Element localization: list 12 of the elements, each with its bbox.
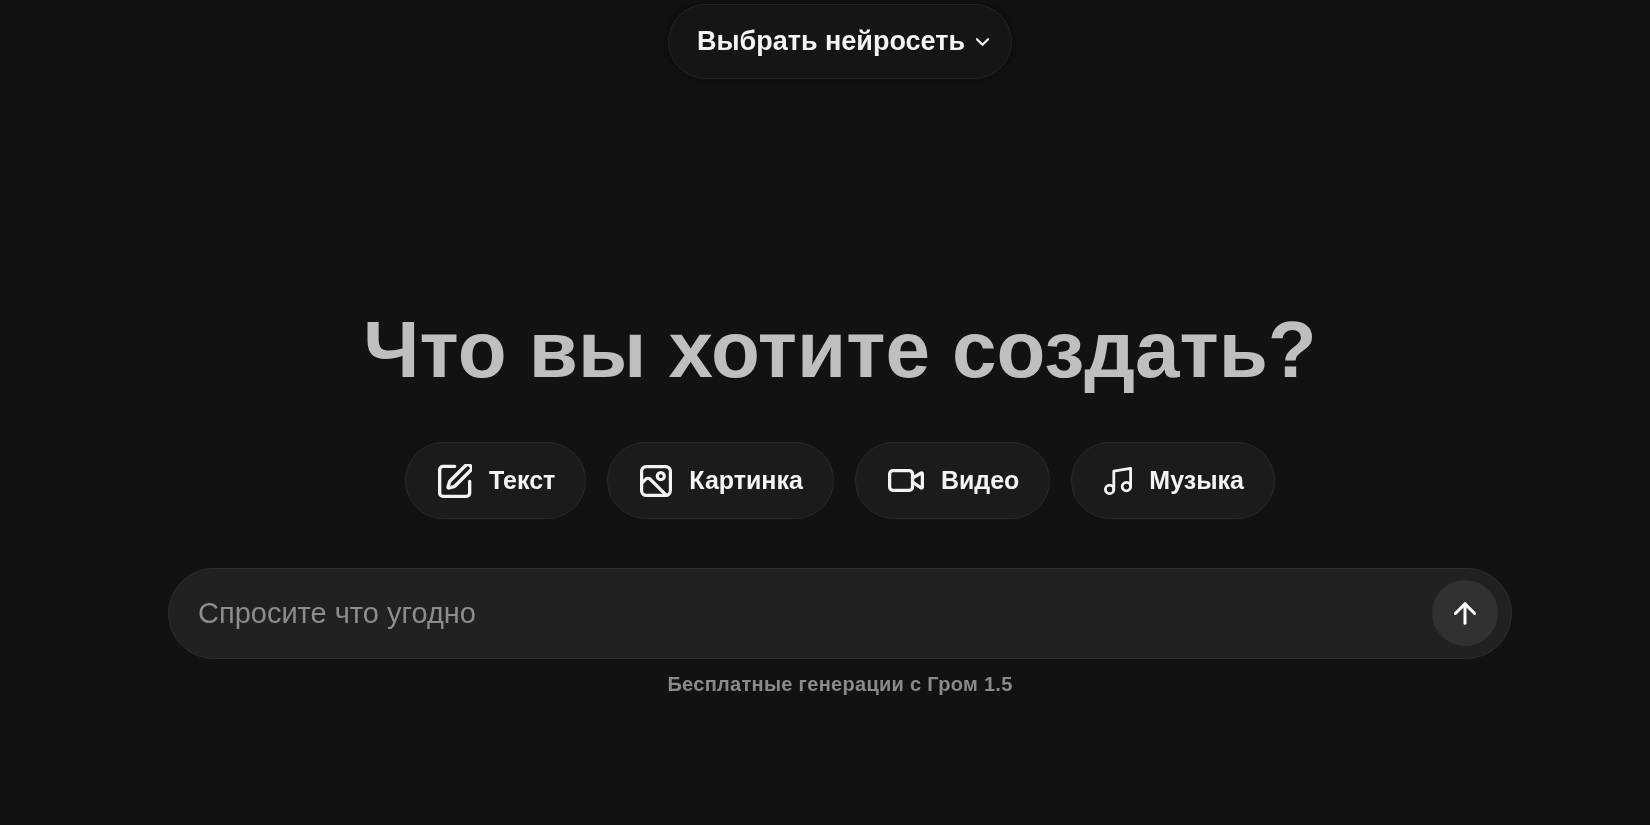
mode-button[interactable]: Картинка bbox=[607, 442, 834, 519]
chevron-down-icon bbox=[976, 37, 990, 46]
free-generations-note: Бесплатные генерации с Гром 1.5 bbox=[667, 672, 1013, 696]
mode-button[interactable]: Музыка bbox=[1071, 442, 1275, 519]
mode-button[interactable]: Текст bbox=[405, 442, 587, 519]
image-icon bbox=[640, 464, 673, 497]
mode-button[interactable]: Видео bbox=[854, 442, 1051, 519]
prompt-input[interactable]: Спросите что угодно bbox=[168, 568, 1512, 659]
model-select-button[interactable]: Выбрать нейросеть bbox=[667, 4, 1013, 79]
pencil-square-icon bbox=[438, 463, 473, 498]
music-note-icon bbox=[1104, 466, 1133, 495]
video-camera-icon bbox=[887, 469, 924, 492]
